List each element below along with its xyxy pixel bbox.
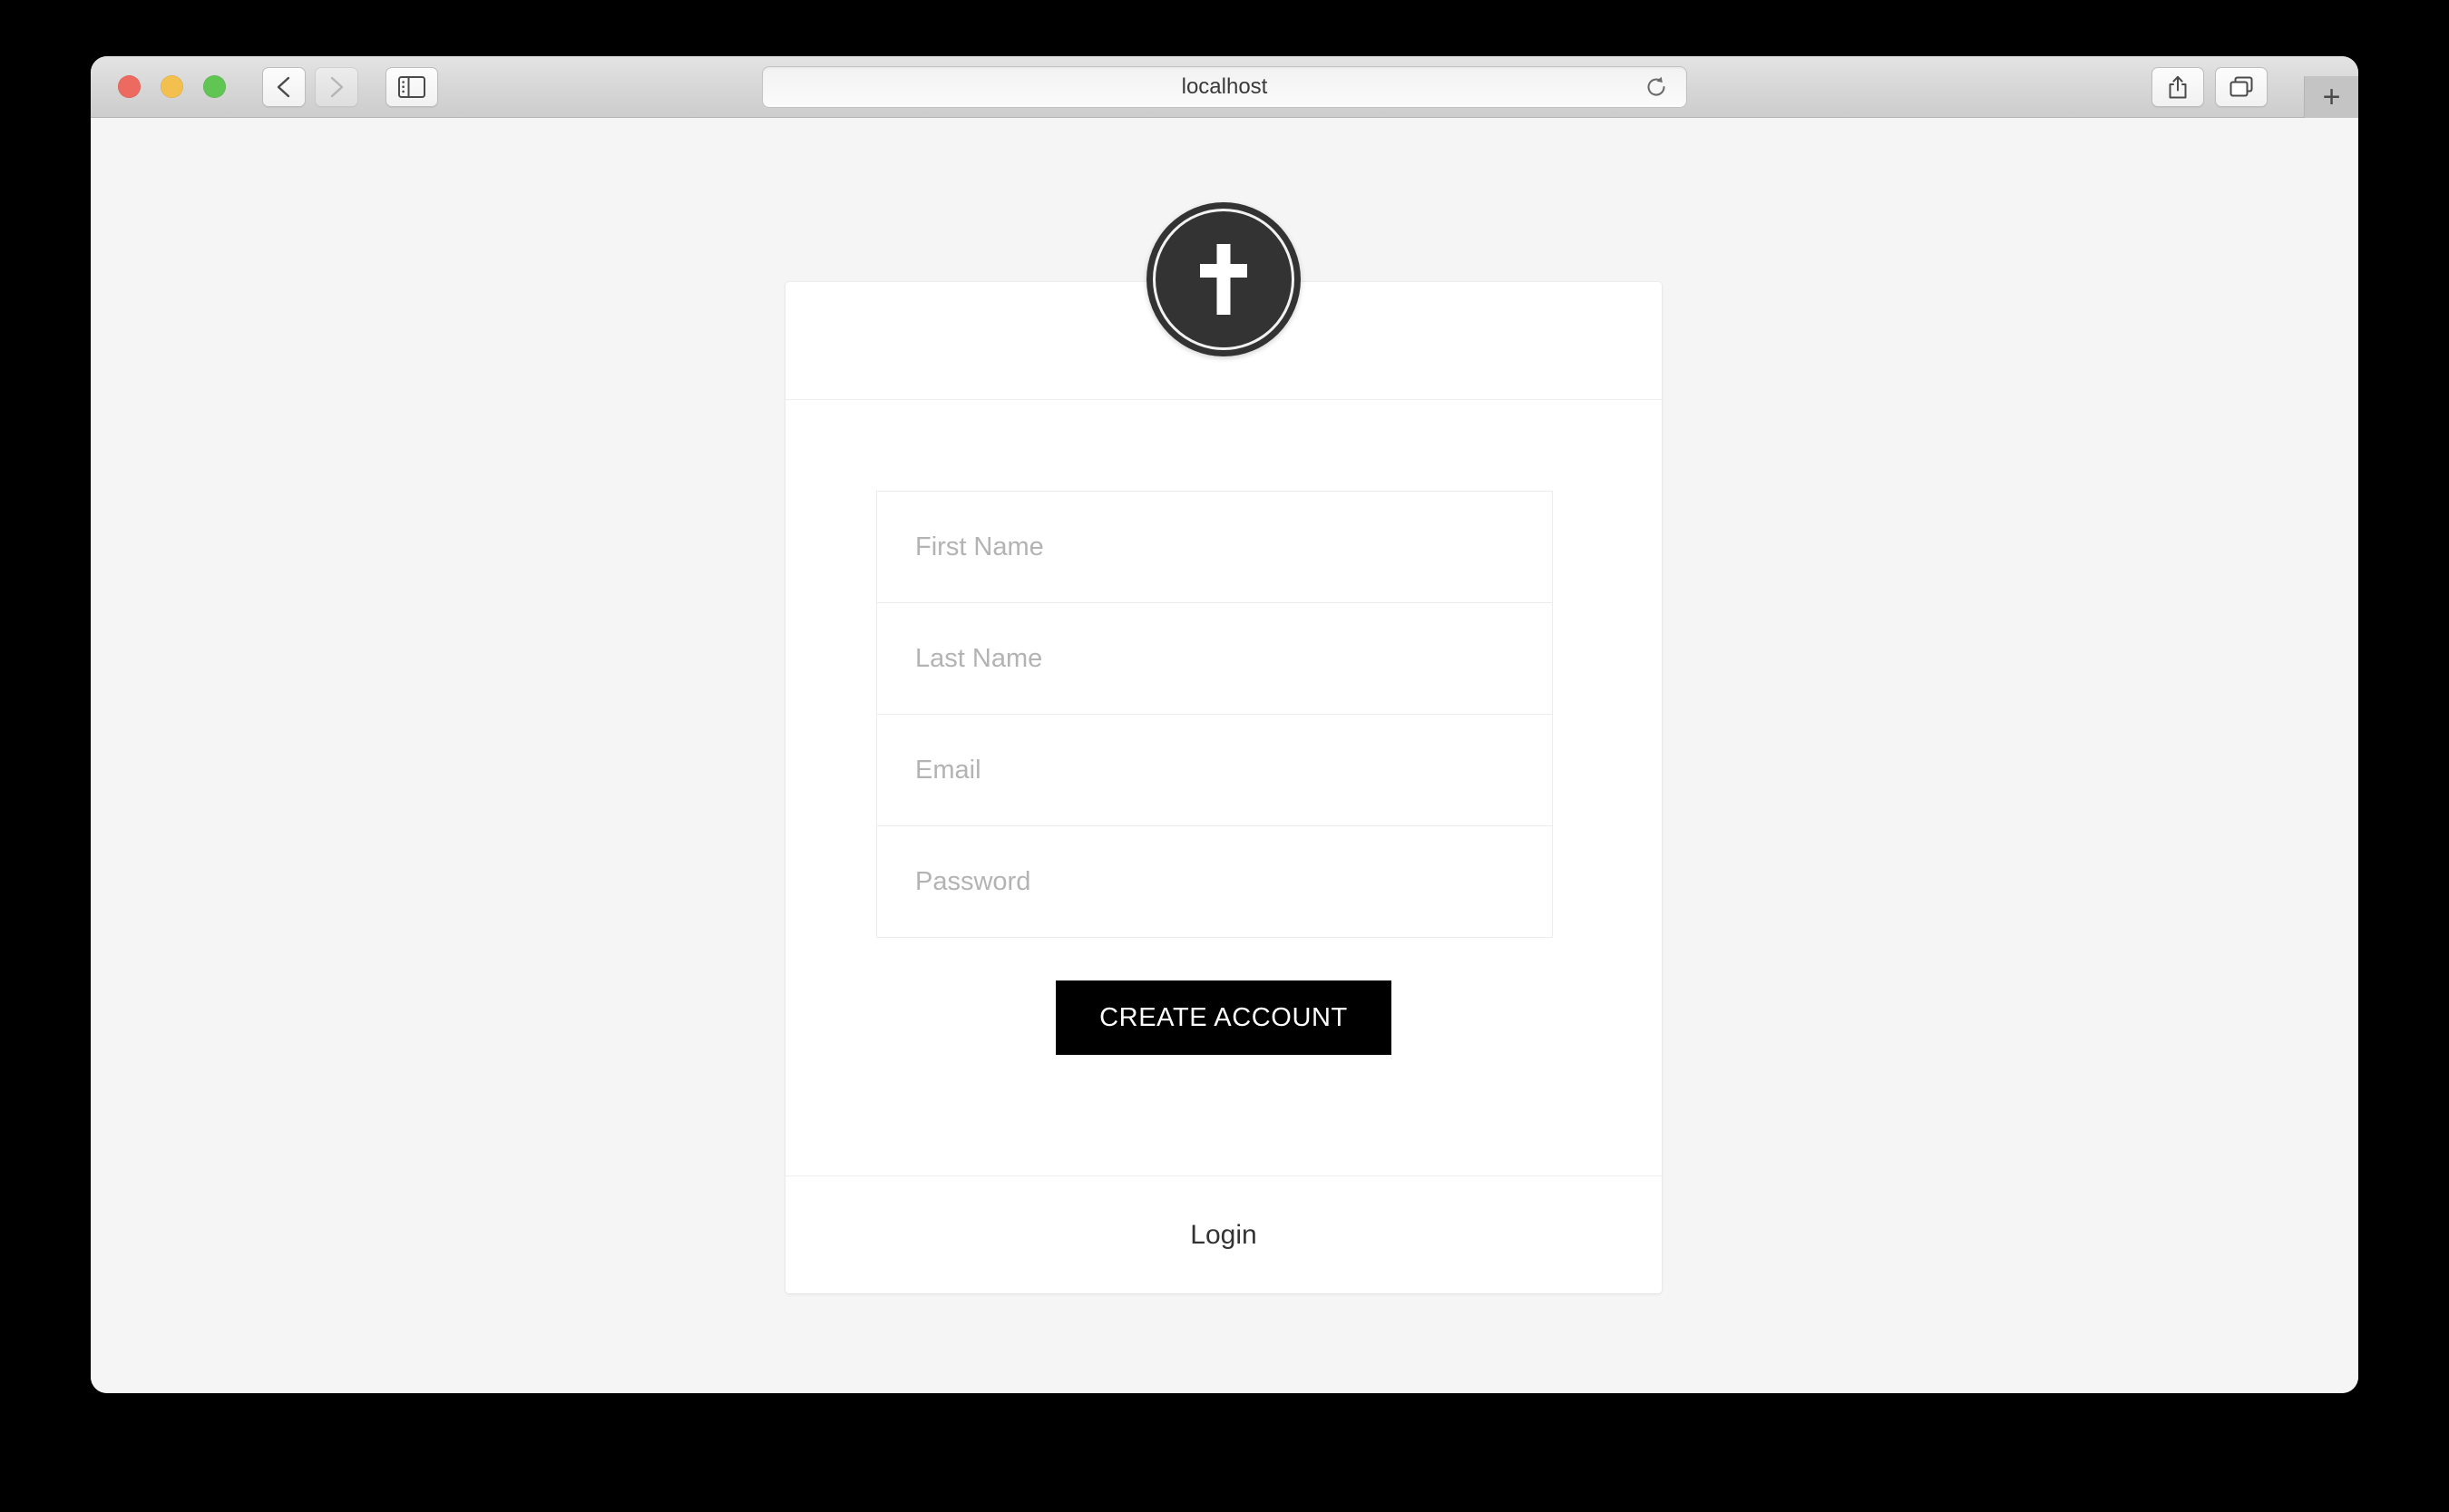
tabs-overview-button[interactable] <box>2215 66 2268 107</box>
back-button[interactable] <box>262 66 306 107</box>
close-button[interactable] <box>118 75 141 98</box>
share-button[interactable] <box>2151 66 2204 107</box>
cross-icon <box>1200 244 1247 315</box>
chevron-left-icon <box>274 75 294 99</box>
new-tab-button[interactable]: + <box>2304 76 2358 118</box>
window-controls <box>118 75 226 98</box>
card-footer: Login <box>785 1175 1662 1293</box>
address-bar-wrapper: localhost <box>762 65 1687 108</box>
toolbar-right-buttons <box>2151 66 2268 107</box>
signup-card: First Name Last Name Email Password CREA… <box>785 202 1662 1293</box>
password-field[interactable]: Password <box>876 825 1553 938</box>
submit-row: CREATE ACCOUNT <box>785 980 1662 1055</box>
first-name-field[interactable]: First Name <box>876 491 1553 603</box>
maximize-button[interactable] <box>203 75 226 98</box>
card-body: First Name Last Name Email Password CREA… <box>785 400 1662 1175</box>
desktop-backdrop: localhost + First Name Last Name Email P… <box>0 0 2449 1512</box>
address-text: localhost <box>1181 73 1268 99</box>
email-placeholder: Email <box>915 755 981 785</box>
create-account-button[interactable]: CREATE ACCOUNT <box>1056 980 1391 1055</box>
sidebar-toggle-button[interactable] <box>385 66 438 107</box>
plus-icon: + <box>2322 80 2341 114</box>
minimize-button[interactable] <box>161 75 183 98</box>
first-name-placeholder: First Name <box>915 532 1044 561</box>
sidebar-button-group <box>385 66 438 107</box>
browser-toolbar: localhost + <box>91 56 2358 118</box>
login-link[interactable]: Login <box>1190 1220 1256 1251</box>
navigation-buttons <box>262 66 358 107</box>
sidebar-toggle-icon <box>398 75 425 98</box>
email-field[interactable]: Email <box>876 714 1553 826</box>
password-placeholder: Password <box>915 866 1031 896</box>
chevron-right-icon <box>327 75 346 99</box>
address-bar[interactable]: localhost <box>762 65 1687 108</box>
reload-button[interactable] <box>1641 72 1672 102</box>
reload-icon <box>1644 74 1669 100</box>
signup-form: First Name Last Name Email Password <box>876 491 1553 938</box>
last-name-field[interactable]: Last Name <box>876 602 1553 715</box>
browser-window: localhost + First Name Last Name Email P… <box>91 56 2358 1393</box>
last-name-placeholder: Last Name <box>915 643 1043 673</box>
forward-button[interactable] <box>315 66 358 107</box>
share-icon <box>2166 74 2190 100</box>
page-content: First Name Last Name Email Password CREA… <box>91 118 2358 1393</box>
logo-badge <box>1146 202 1301 356</box>
tabs-overview-icon <box>2229 75 2254 99</box>
